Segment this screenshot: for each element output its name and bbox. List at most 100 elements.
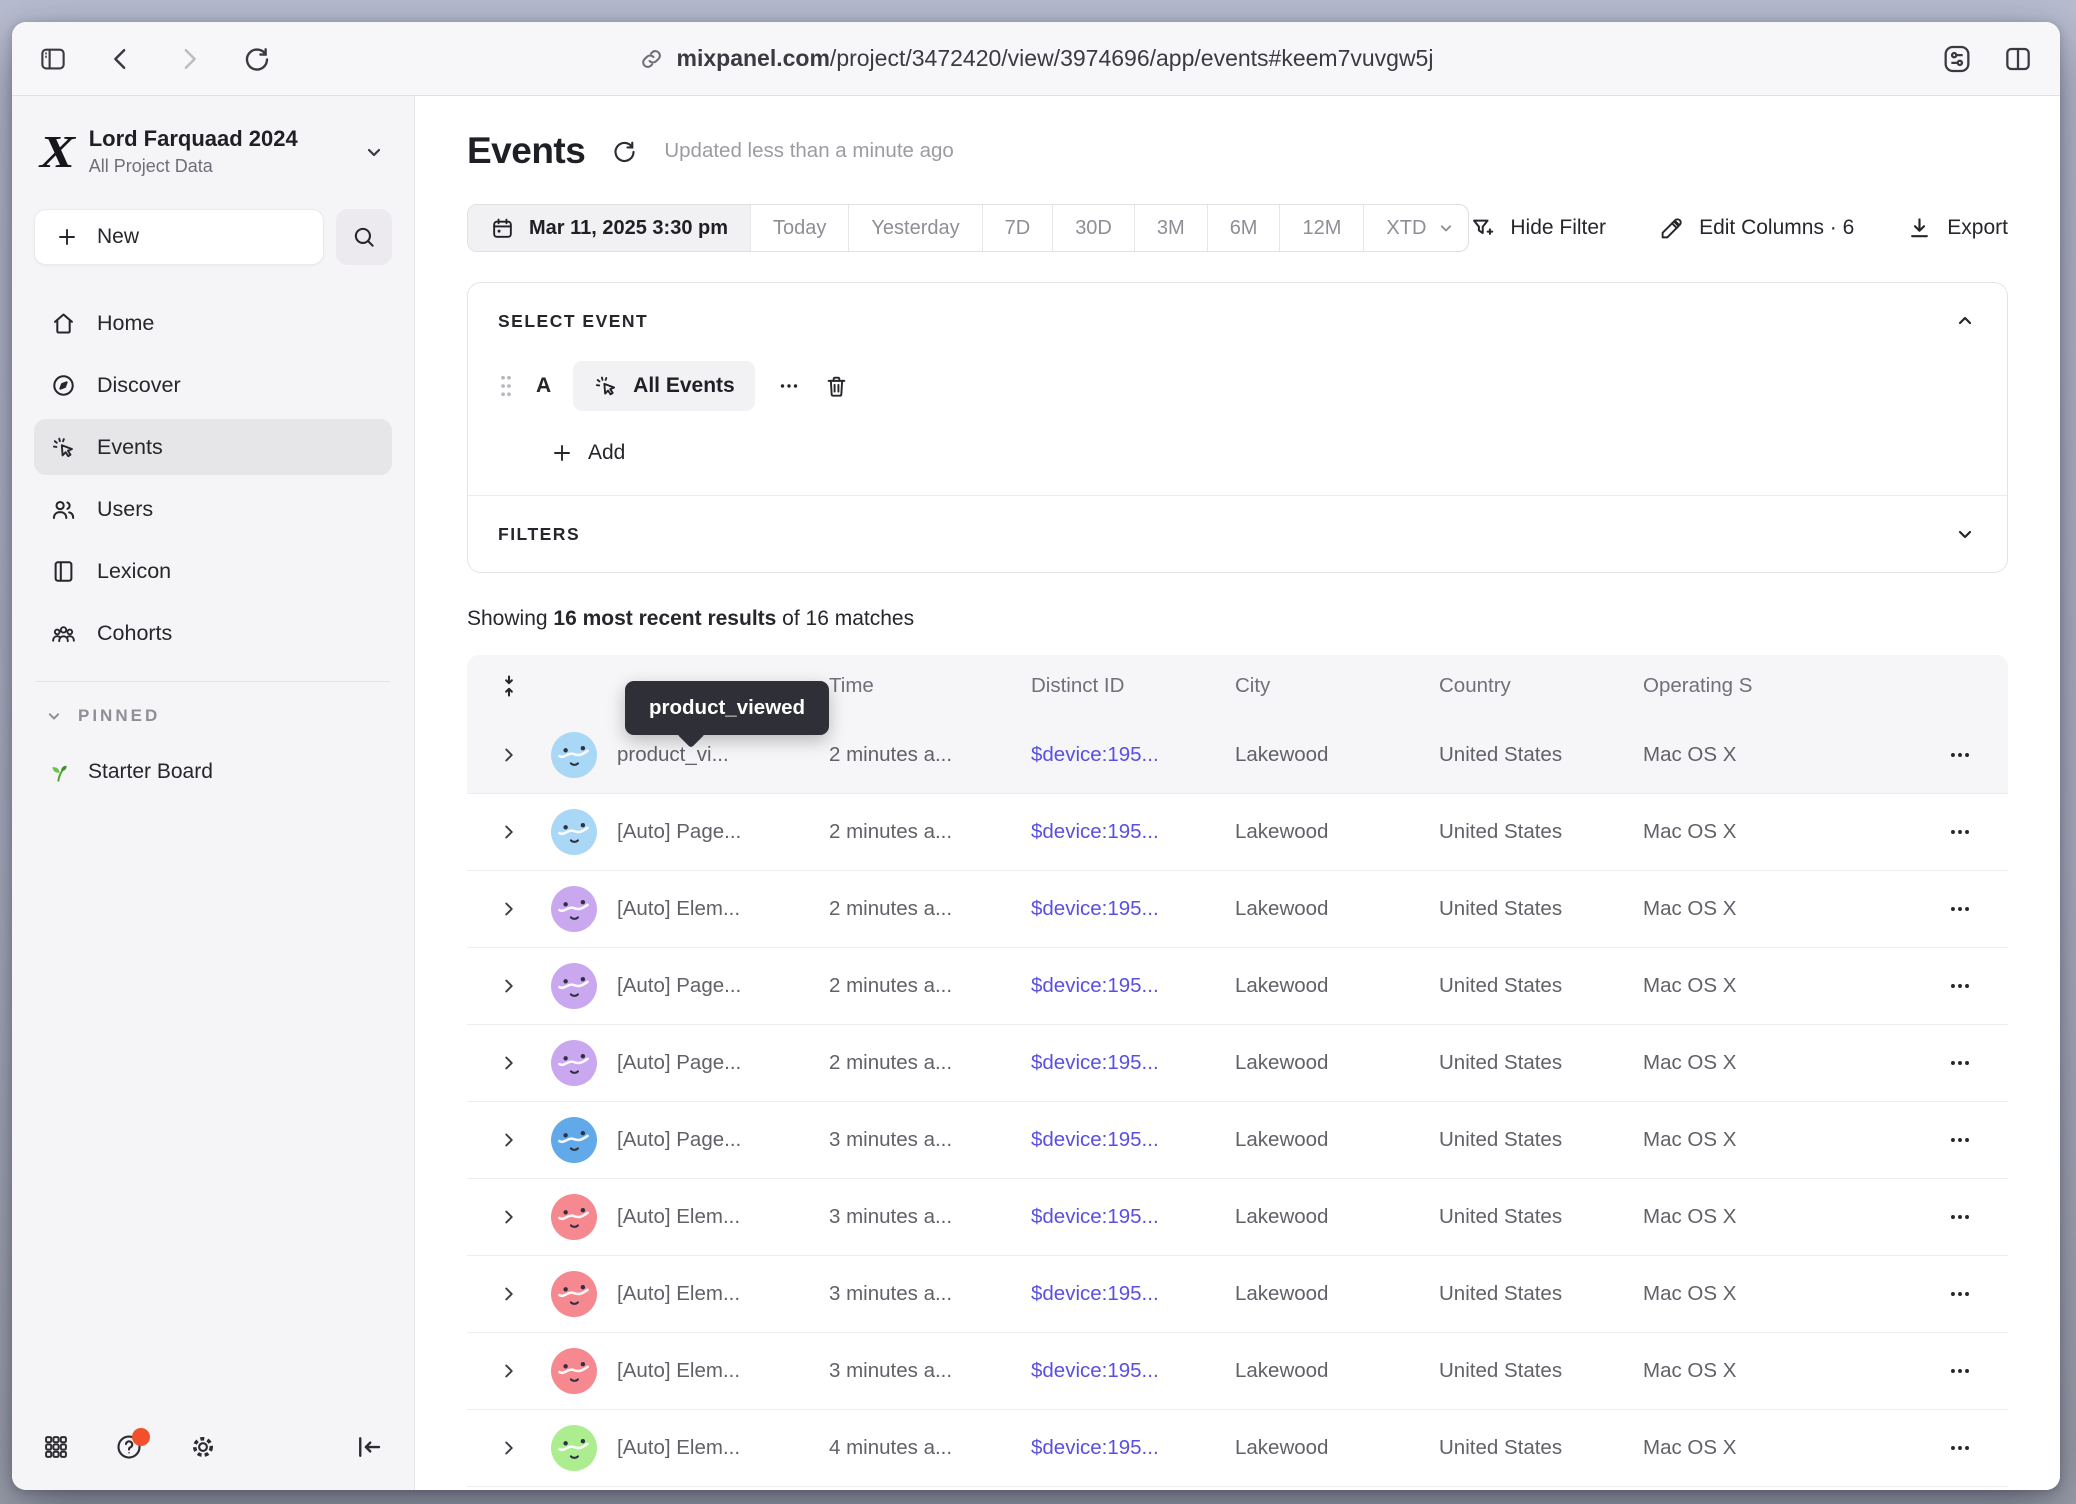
pinned-section-toggle[interactable]: PINNED xyxy=(34,702,392,730)
collapse-rows-button[interactable] xyxy=(496,673,522,699)
forward-button[interactable] xyxy=(174,44,204,74)
distinct-id-link[interactable]: $device:195... xyxy=(1031,897,1235,921)
ellipsis-icon xyxy=(1947,1204,1973,1230)
range-7d[interactable]: 7D xyxy=(983,205,1054,251)
column-operating-system[interactable]: Operating S xyxy=(1643,674,1912,698)
refresh-button[interactable] xyxy=(242,44,272,74)
country-cell: United States xyxy=(1439,1359,1643,1383)
expand-row-button[interactable] xyxy=(498,744,520,766)
ellipsis-icon xyxy=(1947,1358,1973,1384)
distinct-id-link[interactable]: $device:195... xyxy=(1031,1359,1235,1383)
row-more-button[interactable] xyxy=(1947,742,1973,768)
project-switcher[interactable]: X Lord Farquaad 2024 All Project Data xyxy=(34,118,392,183)
url-bar[interactable]: mixpanel.com/project/3472420/view/397469… xyxy=(639,45,1434,72)
row-more-button[interactable] xyxy=(1947,973,1973,999)
search-button[interactable] xyxy=(336,209,392,265)
range-xtd[interactable]: XTD xyxy=(1364,205,1469,251)
back-button[interactable] xyxy=(106,44,136,74)
split-view-button[interactable] xyxy=(2002,43,2034,75)
event-more-button[interactable] xyxy=(777,374,801,398)
row-more-button[interactable] xyxy=(1947,1204,1973,1230)
distinct-id-link[interactable]: $device:195... xyxy=(1031,743,1235,767)
page-settings-button[interactable] xyxy=(1940,42,1974,76)
hide-filter-button[interactable]: Hide Filter xyxy=(1469,215,1606,242)
range-12m[interactable]: 12M xyxy=(1280,205,1364,251)
distinct-id-link[interactable]: $device:195... xyxy=(1031,820,1235,844)
event-select-chip[interactable]: All Events xyxy=(573,361,755,411)
sidebar-item-discover[interactable]: Discover xyxy=(34,357,392,413)
row-more-button[interactable] xyxy=(1947,1050,1973,1076)
project-subtitle: All Project Data xyxy=(89,156,346,177)
event-name-cell: [Auto] Elem... xyxy=(617,1359,829,1383)
url-domain: mixpanel.com xyxy=(677,45,830,71)
column-distinct-id[interactable]: Distinct ID xyxy=(1031,674,1235,698)
collapse-section-button[interactable] xyxy=(1953,309,1977,333)
expand-row-button[interactable] xyxy=(498,1283,520,1305)
table-row-partial[interactable] xyxy=(467,1487,2008,1490)
country-cell: United States xyxy=(1439,743,1643,767)
row-more-button[interactable] xyxy=(1947,1127,1973,1153)
range-yesterday[interactable]: Yesterday xyxy=(849,205,982,251)
edit-columns-button[interactable]: Edit Columns · 6 xyxy=(1658,215,1854,242)
sidebar-item-cohorts[interactable]: Cohorts xyxy=(34,605,392,661)
cohort-icon xyxy=(50,620,77,647)
sidebar-item-users[interactable]: Users xyxy=(34,481,392,537)
distinct-id-link[interactable]: $device:195... xyxy=(1031,1282,1235,1306)
table-row[interactable]: [Auto] Page... 2 minutes a... $device:19… xyxy=(467,948,2008,1025)
edit-columns-label: Edit Columns · 6 xyxy=(1699,216,1854,240)
expand-row-button[interactable] xyxy=(498,898,520,920)
range-6m[interactable]: 6M xyxy=(1208,205,1281,251)
expand-row-button[interactable] xyxy=(498,1206,520,1228)
distinct-id-link[interactable]: $device:195... xyxy=(1031,1128,1235,1152)
table-row[interactable]: [Auto] Elem... 2 minutes a... $device:19… xyxy=(467,871,2008,948)
events-table: product_viewed Time Distinct ID City xyxy=(467,655,2008,1490)
add-event-button[interactable]: Add xyxy=(550,441,625,465)
apps-grid-button[interactable] xyxy=(42,1433,70,1461)
table-row[interactable]: [Auto] Page... 3 minutes a... $device:19… xyxy=(467,1102,2008,1179)
column-city[interactable]: City xyxy=(1235,674,1439,698)
date-picker[interactable]: Mar 11, 2025 3:30 pm xyxy=(468,205,751,251)
collapse-sidebar-button[interactable] xyxy=(354,1432,384,1462)
range-30d[interactable]: 30D xyxy=(1053,205,1135,251)
row-more-button[interactable] xyxy=(1947,896,1973,922)
distinct-id-link[interactable]: $device:195... xyxy=(1031,974,1235,998)
table-row[interactable]: [Auto] Page... 2 minutes a... $device:19… xyxy=(467,794,2008,871)
expand-row-button[interactable] xyxy=(498,821,520,843)
refresh-data-button[interactable] xyxy=(611,138,638,165)
distinct-id-link[interactable]: $device:195... xyxy=(1031,1436,1235,1460)
row-more-button[interactable] xyxy=(1947,1358,1973,1384)
range-3m[interactable]: 3M xyxy=(1135,205,1208,251)
row-more-button[interactable] xyxy=(1947,1281,1973,1307)
sidebar-toggle-button[interactable] xyxy=(38,44,68,74)
column-time[interactable]: Time xyxy=(829,674,1031,698)
column-country[interactable]: Country xyxy=(1439,674,1643,698)
table-row[interactable]: [Auto] Elem... 3 minutes a... $device:19… xyxy=(467,1333,2008,1410)
sidebar-item-events[interactable]: Events xyxy=(34,419,392,475)
drag-handle[interactable] xyxy=(498,373,514,399)
sidebar-item-lexicon[interactable]: Lexicon xyxy=(34,543,392,599)
table-row[interactable]: [Auto] Elem... 4 minutes a... $device:19… xyxy=(467,1410,2008,1487)
expand-filters-button[interactable] xyxy=(1953,522,1977,546)
expand-row-button[interactable] xyxy=(498,975,520,997)
distinct-id-link[interactable]: $device:195... xyxy=(1031,1051,1235,1075)
sidebar-item-home[interactable]: Home xyxy=(34,295,392,351)
new-button[interactable]: New xyxy=(34,209,324,265)
pinned-item-starter-board[interactable]: Starter Board xyxy=(34,744,392,800)
range-today[interactable]: Today xyxy=(751,205,849,251)
expand-row-button[interactable] xyxy=(498,1129,520,1151)
help-button[interactable] xyxy=(114,1432,144,1462)
settings-button[interactable] xyxy=(188,1432,218,1462)
table-row[interactable]: [Auto] Elem... 3 minutes a... $device:19… xyxy=(467,1179,2008,1256)
row-more-button[interactable] xyxy=(1947,1435,1973,1461)
table-row[interactable]: [Auto] Page... 2 minutes a... $device:19… xyxy=(467,1025,2008,1102)
distinct-id-link[interactable]: $device:195... xyxy=(1031,1205,1235,1229)
row-more-button[interactable] xyxy=(1947,819,1973,845)
sidebar: X Lord Farquaad 2024 All Project Data Ne… xyxy=(12,96,415,1490)
expand-row-button[interactable] xyxy=(498,1437,520,1459)
expand-row-button[interactable] xyxy=(498,1052,520,1074)
table-row[interactable]: [Auto] Elem... 3 minutes a... $device:19… xyxy=(467,1256,2008,1333)
expand-row-button[interactable] xyxy=(498,1360,520,1382)
delete-event-button[interactable] xyxy=(823,373,850,400)
refresh-icon xyxy=(242,44,272,74)
export-button[interactable]: Export xyxy=(1906,215,2008,242)
